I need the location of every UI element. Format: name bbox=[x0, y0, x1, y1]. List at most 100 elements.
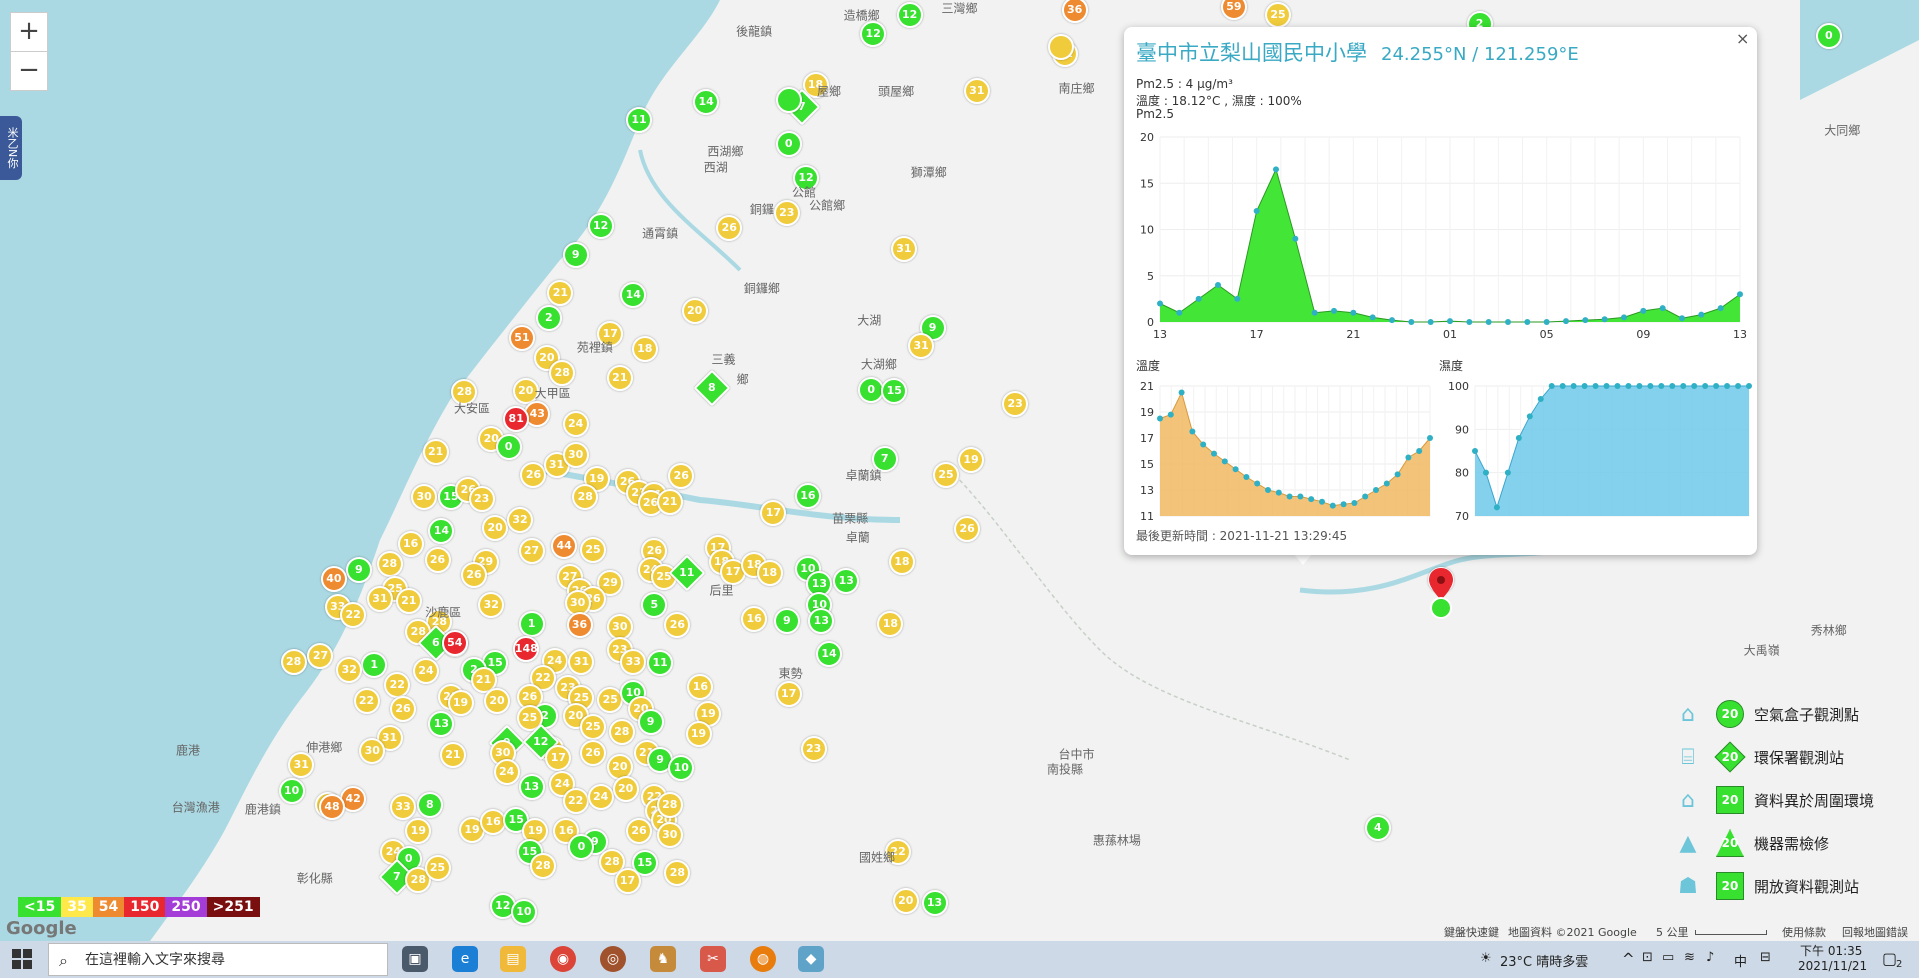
airbox-marker[interactable]: 21 bbox=[606, 365, 633, 392]
data-point[interactable] bbox=[1724, 383, 1731, 389]
data-point[interactable] bbox=[1559, 383, 1566, 389]
airbox-marker[interactable]: 26 bbox=[389, 695, 416, 722]
airbox-marker[interactable]: 19 bbox=[447, 689, 474, 716]
airbox-marker[interactable]: 14 bbox=[693, 88, 720, 115]
airbox-marker[interactable]: 21 bbox=[422, 438, 449, 465]
data-point[interactable] bbox=[1234, 295, 1241, 302]
data-point[interactable] bbox=[1389, 317, 1395, 324]
data-point[interactable] bbox=[1472, 448, 1478, 454]
data-point[interactable] bbox=[1603, 383, 1610, 389]
data-point[interactable] bbox=[1601, 316, 1608, 323]
airbox-marker[interactable]: 17 bbox=[614, 867, 641, 894]
data-point[interactable] bbox=[1746, 383, 1752, 389]
airbox-marker[interactable]: 28 bbox=[530, 852, 557, 879]
tray-chevron-icon[interactable]: ^ bbox=[1622, 950, 1635, 968]
airbox-marker[interactable]: 13 bbox=[833, 567, 860, 594]
data-point[interactable] bbox=[1167, 411, 1174, 418]
airbox-marker[interactable]: 10 bbox=[510, 898, 537, 925]
data-point[interactable] bbox=[1702, 383, 1709, 389]
airbox-marker[interactable]: 19 bbox=[405, 817, 432, 844]
airbox-marker[interactable]: 30 bbox=[411, 483, 438, 510]
pm25-chart[interactable]: 0510152013 17 21 01 05 09 13 bbox=[1124, 123, 1757, 373]
data-point[interactable] bbox=[1369, 314, 1376, 321]
keyboard-shortcuts-link[interactable]: 鍵盤快速鍵 bbox=[1444, 924, 1499, 940]
airbox-marker[interactable]: 13 bbox=[518, 773, 545, 800]
data-point[interactable] bbox=[1466, 319, 1473, 325]
airbox-marker[interactable]: 28 bbox=[280, 649, 307, 676]
clock-time[interactable]: 下午 01:35 bbox=[1800, 942, 1862, 959]
airbox-marker[interactable]: 23 bbox=[468, 485, 495, 512]
data-point[interactable] bbox=[1717, 305, 1724, 312]
volume-icon[interactable]: ♪ bbox=[1706, 950, 1714, 965]
airbox-marker[interactable]: 22 bbox=[353, 688, 380, 715]
airbox-marker[interactable]: 18 bbox=[877, 610, 904, 637]
airbox-marker[interactable]: 21 bbox=[439, 741, 466, 768]
data-point[interactable] bbox=[1215, 282, 1221, 288]
airbox-marker[interactable]: 26 bbox=[668, 463, 695, 490]
app-box-icon[interactable]: ◆ bbox=[798, 946, 824, 972]
data-point[interactable] bbox=[1570, 383, 1577, 389]
data-point[interactable] bbox=[1548, 383, 1555, 389]
data-point[interactable] bbox=[1157, 300, 1163, 307]
airbox-marker[interactable]: 9 bbox=[773, 608, 800, 635]
airbox-marker[interactable]: 10 bbox=[278, 778, 305, 805]
weather-icon[interactable]: ☀ bbox=[1480, 951, 1492, 966]
weather-text[interactable]: 23°C 晴時多雲 bbox=[1500, 951, 1588, 970]
data-point[interactable] bbox=[1581, 383, 1588, 389]
airbox-marker[interactable]: 24 bbox=[587, 784, 614, 811]
data-point[interactable] bbox=[1189, 428, 1196, 435]
airbox-marker[interactable]: 31 bbox=[568, 648, 595, 675]
airbox-marker[interactable]: 31 bbox=[890, 236, 917, 263]
data-point[interactable] bbox=[1524, 319, 1531, 325]
airbox-marker[interactable]: 13 bbox=[428, 710, 455, 737]
data-point[interactable] bbox=[1311, 309, 1318, 316]
data-point[interactable] bbox=[1211, 450, 1217, 457]
airbox-marker[interactable]: 10 bbox=[668, 754, 695, 781]
airbox-marker[interactable]: 17 bbox=[545, 745, 572, 772]
airbox-marker[interactable]: 2 bbox=[535, 305, 562, 332]
data-point[interactable] bbox=[1340, 501, 1347, 508]
airbox-marker[interactable]: 1 bbox=[518, 610, 545, 637]
airbox-marker[interactable]: 54 bbox=[441, 629, 468, 656]
airbox-marker[interactable]: 25 bbox=[933, 462, 960, 489]
airbox-marker[interactable]: 17 bbox=[775, 680, 802, 707]
airbox-marker[interactable]: 8 bbox=[416, 792, 443, 819]
airbox-marker[interactable]: 12 bbox=[896, 2, 923, 29]
humidity-chart[interactable]: 70 80 90 100 bbox=[1439, 372, 1757, 522]
data-point[interactable] bbox=[1658, 383, 1665, 389]
data-point[interactable] bbox=[1640, 307, 1647, 314]
airbox-marker[interactable]: 32 bbox=[507, 507, 534, 534]
airbox-marker[interactable]: 24 bbox=[493, 758, 520, 785]
airbox-marker[interactable]: 31 bbox=[908, 333, 935, 360]
airbox-marker[interactable]: 11 bbox=[626, 106, 653, 133]
data-point[interactable] bbox=[1416, 448, 1423, 454]
airbox-marker[interactable]: 26 bbox=[579, 739, 606, 766]
airbox-marker[interactable]: 26 bbox=[954, 515, 981, 542]
data-point[interactable] bbox=[1408, 319, 1415, 325]
airbox-marker[interactable]: 0 bbox=[1815, 22, 1842, 49]
data-point[interactable] bbox=[1482, 469, 1489, 476]
airbox-marker[interactable]: 20 bbox=[482, 514, 509, 541]
airbox-marker[interactable]: 19 bbox=[685, 720, 712, 747]
airbox-marker[interactable]: 21 bbox=[547, 279, 574, 306]
airbox-marker[interactable]: 30 bbox=[562, 442, 589, 469]
data-point[interactable] bbox=[1582, 317, 1589, 324]
app-dog-icon[interactable]: ♞ bbox=[650, 946, 676, 972]
data-point[interactable] bbox=[1286, 493, 1293, 500]
data-point[interactable] bbox=[1505, 319, 1511, 325]
ime-indicator[interactable]: 中 bbox=[1734, 951, 1747, 970]
data-point[interactable] bbox=[1178, 389, 1185, 396]
airbox-marker[interactable]: 26 bbox=[460, 561, 487, 588]
ime-mode-icon[interactable]: ⊟ bbox=[1760, 950, 1771, 965]
airbox-marker[interactable]: 12 bbox=[860, 20, 887, 47]
airbox-marker[interactable]: 16 bbox=[480, 809, 507, 836]
data-point[interactable] bbox=[1669, 383, 1676, 389]
data-point[interactable] bbox=[1515, 435, 1522, 441]
file-explorer-icon[interactable]: ▤ bbox=[500, 946, 526, 972]
data-point[interactable] bbox=[1647, 383, 1654, 389]
airbox-marker[interactable]: 11 bbox=[647, 650, 674, 677]
airbox-marker[interactable]: 20 bbox=[612, 775, 639, 802]
airbox-marker[interactable]: 16 bbox=[397, 530, 424, 557]
data-point[interactable] bbox=[1394, 471, 1401, 478]
airbox-marker[interactable]: 25 bbox=[579, 536, 606, 563]
